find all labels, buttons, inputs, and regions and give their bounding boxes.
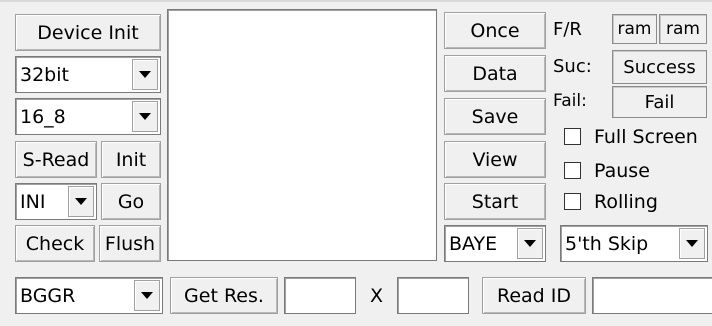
x-separator-label: X — [370, 284, 384, 307]
view-button[interactable]: View — [444, 141, 546, 178]
flush-button[interactable]: Flush — [99, 225, 161, 262]
bit-width-select[interactable]: 32bit — [15, 56, 161, 93]
save-button[interactable]: Save — [444, 98, 546, 135]
chevron-down-icon[interactable] — [679, 228, 705, 259]
fail-value: Fail — [612, 86, 707, 118]
success-value: Success — [612, 50, 707, 84]
skip-value: 5'th Skip — [565, 232, 649, 255]
ini-select[interactable]: INI — [15, 183, 97, 220]
chevron-down-icon[interactable] — [68, 186, 94, 217]
skip-select[interactable]: 5'th Skip — [560, 225, 708, 262]
full-screen-checkbox[interactable] — [564, 128, 581, 145]
id-value-field[interactable] — [592, 277, 712, 314]
init-button[interactable]: Init — [101, 141, 161, 178]
data-button[interactable]: Data — [444, 55, 546, 92]
s-read-button[interactable]: S-Read — [15, 141, 97, 178]
rolling-checkbox[interactable] — [564, 193, 581, 210]
bit-width-value: 32bit — [20, 63, 69, 86]
check-button[interactable]: Check — [15, 225, 95, 262]
pause-label[interactable]: Pause — [594, 158, 650, 184]
top-separator — [0, 0, 712, 2]
fr-value-2: ram — [659, 14, 707, 44]
read-id-button[interactable]: Read ID — [482, 277, 586, 314]
full-screen-label[interactable]: Full Screen — [594, 124, 698, 150]
chevron-down-icon[interactable] — [132, 101, 158, 132]
fr-value-1: ram — [612, 14, 657, 44]
once-button[interactable]: Once — [444, 12, 546, 49]
bayer-select[interactable]: BAYE — [444, 225, 546, 262]
bayer-value: BAYE — [449, 232, 498, 255]
chevron-down-icon[interactable] — [132, 59, 158, 90]
chevron-down-icon[interactable] — [134, 280, 160, 311]
go-button[interactable]: Go — [101, 183, 161, 220]
width-input[interactable] — [284, 277, 356, 314]
log-listbox[interactable] — [167, 9, 437, 261]
format-select[interactable]: 16_8 — [15, 98, 161, 135]
bayer-pattern-value: BGGR — [20, 284, 76, 307]
fail-label: Fail: — [553, 91, 587, 111]
pause-checkbox[interactable] — [564, 162, 581, 179]
ini-value: INI — [20, 190, 46, 213]
format-value: 16_8 — [20, 105, 66, 128]
bayer-pattern-select[interactable]: BGGR — [15, 277, 163, 314]
start-button[interactable]: Start — [444, 183, 546, 220]
fr-label: F/R — [553, 18, 582, 40]
chevron-down-icon[interactable] — [517, 228, 543, 259]
success-label: Suc: — [553, 55, 592, 77]
rolling-label[interactable]: Rolling — [594, 189, 658, 215]
device-init-button[interactable]: Device Init — [15, 14, 161, 51]
height-input[interactable] — [397, 277, 469, 314]
get-resolution-button[interactable]: Get Res. — [170, 277, 278, 314]
